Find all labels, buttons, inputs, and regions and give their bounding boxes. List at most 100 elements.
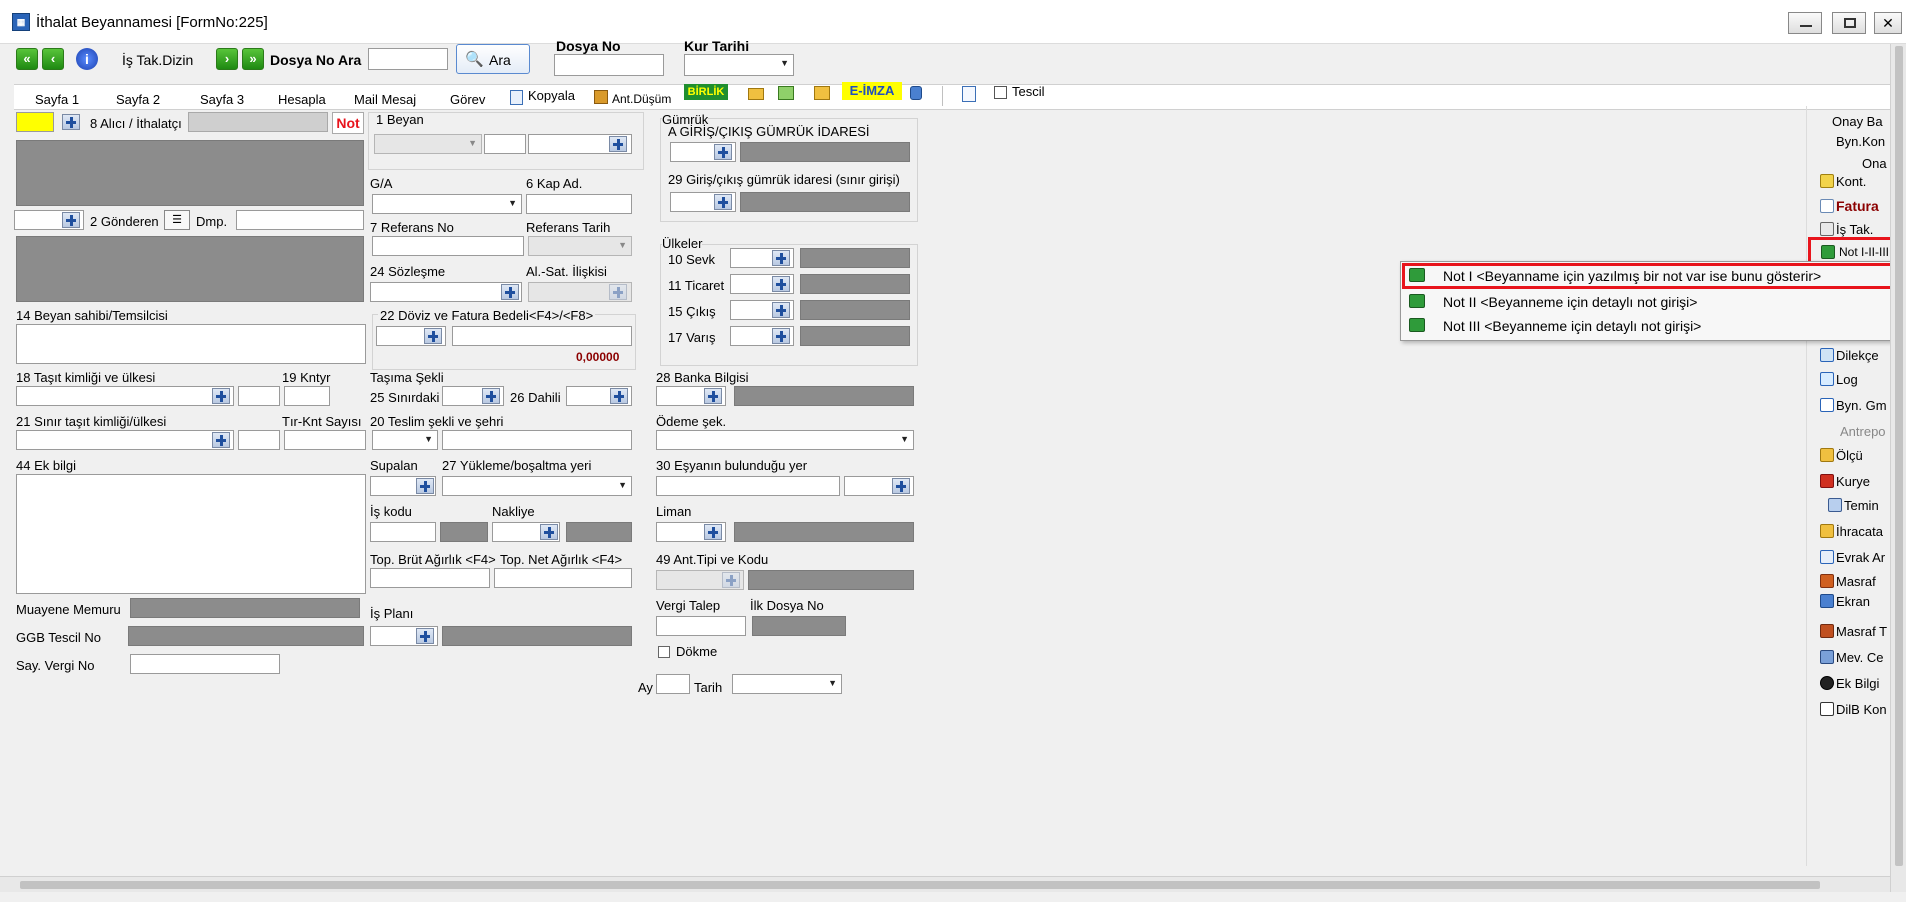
next-record-button[interactable]: ›: [216, 48, 238, 70]
sidebar-item-dilb-kon[interactable]: DilB Kon: [1820, 702, 1887, 717]
net-input[interactable]: [494, 568, 632, 588]
tasit-picker-icon[interactable]: [212, 388, 230, 404]
close-button[interactable]: ✕: [1874, 12, 1902, 34]
dahili-picker-icon[interactable]: [610, 388, 628, 404]
vergi-talep-input[interactable]: [656, 616, 746, 636]
last-record-button[interactable]: »: [242, 48, 264, 70]
cikis-picker-icon[interactable]: [772, 302, 790, 318]
sidebar-item-masraf[interactable]: Masraf: [1820, 574, 1876, 589]
dmp-input[interactable]: [236, 210, 364, 230]
kntyr-input[interactable]: [284, 386, 330, 406]
dosya-no-ara-input[interactable]: [368, 48, 448, 70]
is-plani-picker-icon[interactable]: [416, 628, 434, 644]
menu-item-not-2[interactable]: Not II <Beyanneme için detaylı not giriş…: [1401, 290, 1906, 314]
upload-icon[interactable]: [778, 86, 794, 100]
tab-e-imza[interactable]: E-İMZA: [842, 82, 902, 100]
doviz-amount-input[interactable]: [452, 326, 632, 346]
referans-no-input[interactable]: [372, 236, 524, 256]
liman-picker-icon[interactable]: [704, 524, 722, 540]
is-kodu-input[interactable]: [370, 522, 436, 542]
sidebar-item-kont[interactable]: Kont.: [1820, 174, 1866, 189]
sidebar-item-ekran[interactable]: Ekran: [1820, 594, 1870, 609]
dosya-no-input[interactable]: [554, 54, 664, 76]
tab-sayfa-2[interactable]: Sayfa 2: [116, 92, 160, 110]
horizontal-scrollbar[interactable]: [0, 876, 1890, 892]
tab-ant-dusum[interactable]: Ant.Düşüm: [612, 92, 671, 110]
ek-bilgi-textarea[interactable]: [16, 474, 366, 594]
sidebar-item-olcu[interactable]: Ölçü: [1820, 448, 1863, 463]
beyan-select[interactable]: [374, 134, 482, 154]
ant-tipi-picker-icon[interactable]: [722, 572, 740, 588]
kur-tarihi-select[interactable]: [684, 54, 794, 76]
alici-code-input[interactable]: [16, 112, 54, 132]
sidebar-item-ek-bilgi[interactable]: Ek Bilgi: [1820, 676, 1879, 691]
sinir-tasit-ulke-input[interactable]: [238, 430, 280, 450]
kap-ad-input[interactable]: [526, 194, 632, 214]
sidebar-item-masraf-t[interactable]: Masraf T: [1820, 624, 1887, 639]
is-tak-dizin-label[interactable]: İş Tak.Dizin: [122, 52, 193, 68]
database-icon[interactable]: [910, 86, 922, 100]
ticaret-picker-icon[interactable]: [772, 276, 790, 292]
sozlesme-input[interactable]: [370, 282, 522, 302]
prev-record-button[interactable]: ‹: [42, 48, 64, 70]
esyanin-input[interactable]: [656, 476, 840, 496]
horizontal-scroll-thumb[interactable]: [20, 881, 1820, 889]
info-icon[interactable]: i: [76, 48, 98, 70]
sidebar-item-kurye[interactable]: Kurye: [1820, 474, 1870, 489]
minimize-button[interactable]: [1788, 12, 1822, 34]
alsat-picker-icon[interactable]: [609, 284, 627, 300]
list-icon[interactable]: ☰: [164, 210, 190, 230]
ara-button[interactable]: 🔍 Ara: [456, 44, 530, 74]
tir-kont-input[interactable]: [284, 430, 366, 450]
folder-open-icon[interactable]: [748, 88, 764, 100]
sinir-girisi-picker-icon[interactable]: [714, 194, 732, 210]
tab-kopyala[interactable]: Kopyala: [528, 88, 575, 106]
sinirdaki-picker-icon[interactable]: [482, 388, 500, 404]
nakliye-picker-icon[interactable]: [540, 524, 558, 540]
banka-picker-icon[interactable]: [704, 388, 722, 404]
menu-item-not-3[interactable]: Not III <Beyanneme için detaylı not giri…: [1401, 314, 1906, 338]
odeme-select[interactable]: [656, 430, 914, 450]
beyan-picker-icon[interactable]: [609, 136, 627, 152]
doviz-picker-icon[interactable]: [424, 328, 442, 344]
sidebar-item-antrepo[interactable]: Antrepo: [1840, 424, 1886, 439]
beyan-code-input[interactable]: [484, 134, 526, 154]
sidebar-item-mev-ce[interactable]: Mev. Ce: [1820, 650, 1883, 665]
referans-tarih-select[interactable]: [528, 236, 632, 256]
tab-sayfa-3[interactable]: Sayfa 3: [200, 92, 244, 110]
beyan-sahibi-input[interactable]: [16, 324, 366, 364]
yukleme-select[interactable]: [442, 476, 632, 496]
sidebar-item-onay-ba[interactable]: Onay Ba: [1832, 114, 1883, 129]
sevk-picker-icon[interactable]: [772, 250, 790, 266]
tab-sayfa-1[interactable]: Sayfa 1: [35, 92, 79, 110]
sidebar-item-temin[interactable]: Temin: [1828, 498, 1879, 513]
sidebar-item-dilekce[interactable]: Dilekçe: [1820, 348, 1879, 363]
sidebar-item-ona[interactable]: Ona: [1862, 156, 1887, 171]
sozlesme-picker-icon[interactable]: [501, 284, 519, 300]
supalan-picker-icon[interactable]: [416, 478, 434, 494]
giris-cikis-picker-icon[interactable]: [714, 144, 732, 160]
say-vergi-input[interactable]: [130, 654, 280, 674]
sidebar-item-byn-gm[interactable]: Byn. Gm: [1820, 398, 1887, 413]
tab-hesapla[interactable]: Hesapla: [278, 92, 326, 110]
maximize-button[interactable]: [1832, 12, 1866, 34]
sidebar-item-log[interactable]: Log: [1820, 372, 1858, 387]
dokme-checkbox[interactable]: [658, 646, 670, 658]
teslim-sehir-input[interactable]: [442, 430, 632, 450]
teslim-select[interactable]: [372, 430, 438, 450]
varis-picker-icon[interactable]: [772, 328, 790, 344]
tescil-checkbox[interactable]: [994, 86, 1007, 99]
not-badge[interactable]: Not: [332, 112, 364, 134]
ga-select[interactable]: [372, 194, 522, 214]
esyanin-picker-icon[interactable]: [892, 478, 910, 494]
tab-gorev[interactable]: Görev: [450, 92, 485, 110]
sinir-tasit-input[interactable]: [16, 430, 234, 450]
folder-arrow-icon[interactable]: [814, 86, 830, 100]
first-record-button[interactable]: «: [16, 48, 38, 70]
sidebar-item-fatura[interactable]: Fatura: [1820, 198, 1879, 214]
tarih-select[interactable]: [732, 674, 842, 694]
tasit-ulke-input[interactable]: [238, 386, 280, 406]
sinir-tasit-picker-icon[interactable]: [212, 432, 230, 448]
gonderen-picker-icon[interactable]: [62, 212, 80, 228]
report-icon[interactable]: [962, 86, 976, 102]
